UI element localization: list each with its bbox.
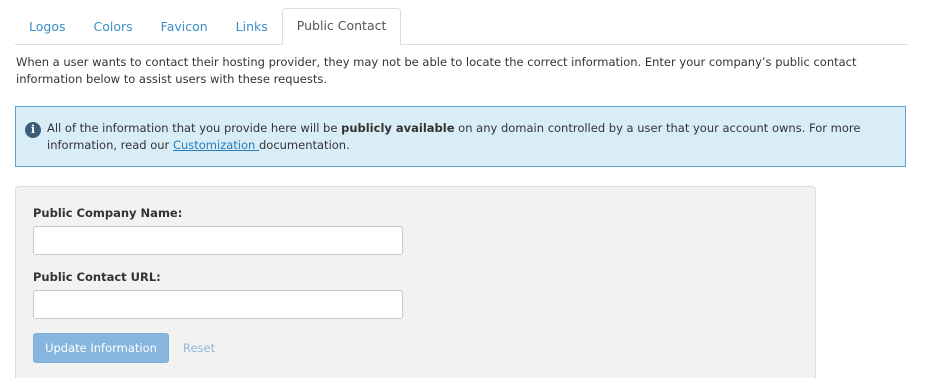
info-alert: i All of the information that you provid… — [15, 106, 906, 167]
alert-text-before: All of the information that you provide … — [47, 121, 342, 135]
reset-link[interactable]: Reset — [183, 333, 215, 363]
tab-colors[interactable]: Colors — [80, 9, 147, 44]
info-icon: i — [25, 122, 41, 138]
alert-bold-text: publicly available — [341, 121, 455, 135]
alert-text-after: documentation. — [258, 138, 350, 152]
company-name-input[interactable] — [33, 226, 403, 255]
company-name-label: Public Company Name: — [33, 206, 183, 220]
tab-logos[interactable]: Logos — [15, 9, 80, 44]
tab-bar: Logos Colors Favicon Links Public Contac… — [15, 8, 908, 45]
contact-form-panel: Public Company Name: Public Contact URL:… — [15, 186, 816, 378]
customization-link[interactable]: Customization — [173, 138, 259, 152]
contact-url-label: Public Contact URL: — [33, 270, 161, 284]
contact-url-input[interactable] — [33, 290, 403, 319]
page-description: When a user wants to contact their hosti… — [16, 55, 857, 86]
tab-favicon[interactable]: Favicon — [147, 9, 222, 44]
update-information-button[interactable]: Update Information — [33, 333, 169, 363]
public-contact-page: Logos Colors Favicon Links Public Contac… — [0, 0, 940, 378]
tab-links[interactable]: Links — [222, 9, 282, 44]
tab-public-contact[interactable]: Public Contact — [281, 8, 402, 45]
